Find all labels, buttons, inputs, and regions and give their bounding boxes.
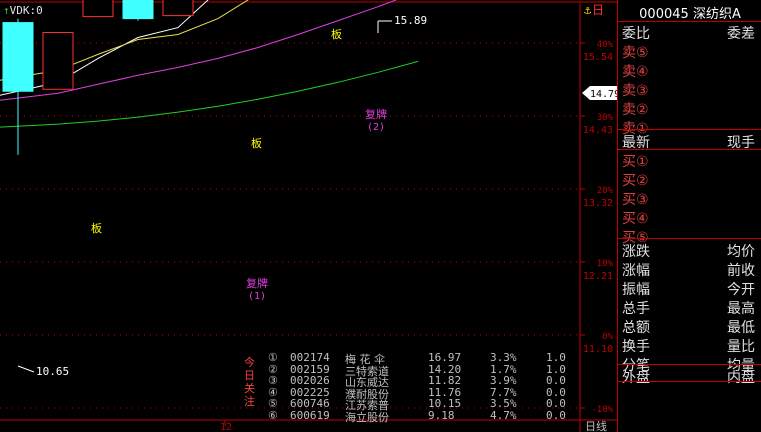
axis-pct-label: 10% [597, 259, 614, 269]
focus-code: 600619 [290, 408, 330, 422]
high-price-label: 15.89 [394, 14, 427, 27]
current-price-tag: 14.79 [582, 86, 620, 100]
axis-pct-label: 30% [597, 113, 614, 123]
panel-divider [618, 149, 761, 150]
quote-row-label-right: 今开 [727, 282, 755, 298]
quote-row-label: 涨跌 [622, 244, 650, 260]
quote-row-label-right: 委差 [727, 26, 755, 42]
focus-name: 海立股份 [345, 410, 389, 424]
axis-price-label: 14.43 [583, 125, 613, 136]
quote-row[interactable]: 振幅 今开 [618, 278, 761, 298]
quote-row-label: 卖③ [622, 83, 649, 99]
axis-pct-label: 0% [602, 332, 613, 342]
quote-row[interactable]: 总额 最低 [618, 316, 761, 336]
quote-row-label: 卖⑤ [622, 45, 649, 61]
quote-row-label: 振幅 [622, 282, 650, 298]
limit-up-board-1: 板 [91, 221, 102, 235]
stock-code: 000045 [639, 7, 689, 22]
candle-body [122, 0, 154, 20]
quote-row[interactable]: 买③ [618, 188, 761, 208]
current-price-value: 14.79 [590, 89, 620, 100]
quote-row-label: 买① [622, 154, 649, 170]
quote-row-label: 换手 [622, 339, 650, 355]
quote-row[interactable]: 涨幅 前收 [618, 259, 761, 279]
candle-body [42, 32, 74, 90]
quote-row[interactable]: 委比 委差 [618, 22, 761, 42]
stock-title: 000045 深纺织A [618, 3, 761, 22]
candle-body [162, 0, 194, 17]
quote-row-label: 总手 [622, 301, 650, 317]
quote-row[interactable]: 卖⑤ [618, 41, 761, 61]
panel-divider [618, 364, 761, 365]
quote-panel: 000045 深纺织A 委比 委差 卖⑤ 卖④ 卖③ 卖② 卖① 最新 现手 买① 买② 买③ 买④ 买⑤… [617, 0, 761, 432]
axis-price-label: 15.54 [583, 52, 613, 63]
quote-row[interactable]: 最新 现手 [618, 131, 761, 151]
quote-row[interactable]: 买② [618, 169, 761, 189]
quote-row-label-right: 内盘 [727, 370, 755, 386]
quote-row[interactable]: 外盘 内盘 [618, 366, 761, 386]
stock-name: 深纺织A [692, 7, 741, 22]
quote-row-label-right: 最低 [727, 320, 755, 336]
quote-row[interactable]: 换手 量比 [618, 335, 761, 355]
axis-price-label: 13.32 [583, 198, 613, 209]
quote-row-label: 买④ [622, 211, 649, 227]
quote-row-label: 卖④ [622, 64, 649, 80]
candle-body [82, 0, 114, 18]
limit-up-board-2: 板 [251, 136, 262, 150]
axis-pct-label: 40% [597, 40, 614, 50]
quote-row[interactable]: 卖③ [618, 79, 761, 99]
resume-trading-2-index: (2) [367, 122, 385, 133]
indicator-label: ↑VDK:0 [3, 4, 43, 17]
period-tab-daily[interactable]: 日线 [585, 419, 607, 432]
focus-price: 9.18 [428, 408, 455, 422]
panel-divider [618, 129, 761, 130]
x-tick-label: 12 [220, 422, 232, 432]
focus-idx: ⑥ [268, 408, 278, 422]
period-label[interactable]: 日 [592, 3, 604, 17]
focus-pct: 4.7% [490, 408, 517, 422]
panel-divider [618, 21, 761, 22]
quote-row[interactable]: 买① [618, 150, 761, 170]
panel-divider [618, 238, 761, 239]
quote-row-label-right: 最高 [727, 301, 755, 317]
quote-row[interactable]: 卖② [618, 98, 761, 118]
candle[interactable] [122, 0, 154, 21]
quote-row[interactable]: 总手 最高 [618, 297, 761, 317]
candle[interactable] [82, 0, 114, 18]
quote-row[interactable]: 卖④ [618, 60, 761, 80]
quote-row-label: 总额 [622, 320, 650, 336]
panel-divider [618, 381, 761, 382]
quote-row-label: 涨幅 [622, 263, 650, 279]
axis-pct-label: 20% [597, 186, 614, 196]
quote-row-label: 买② [622, 173, 649, 189]
axis-pct-label: -10% [591, 405, 613, 415]
quote-row[interactable]: 买④ [618, 207, 761, 227]
today-focus-list: 今日关注 ① 002174 梅 花 伞 16.97 3.3% 1.0 ② 002159 三特索道… [242, 346, 572, 424]
limit-up-board-3: 板 [331, 27, 342, 41]
quote-row-label: 委比 [622, 26, 650, 42]
focus-row[interactable]: ⑥ 600619 海立股份 9.18 4.7% 0.0 [268, 408, 568, 424]
candle-body [2, 22, 34, 92]
low-price-label: 10.65 [36, 365, 69, 378]
candle[interactable] [42, 32, 74, 90]
svg-text:⚓: ⚓ [584, 3, 592, 17]
quote-row-label: 外盘 [622, 370, 650, 386]
quote-row[interactable]: 涨跌 均价 [618, 240, 761, 260]
quote-row-label: 卖② [622, 102, 649, 118]
quote-row-label: 买③ [622, 192, 649, 208]
today-focus-header: 今日关注 [244, 356, 255, 408]
candle[interactable] [162, 0, 194, 17]
quote-row-label-right: 前收 [727, 263, 755, 279]
resume-trading-1: 复牌 [246, 276, 268, 290]
resume-trading-2: 复牌 [365, 107, 387, 121]
quote-row-label-right: 均价 [727, 244, 755, 260]
focus-vol: 0.0 [546, 408, 566, 422]
axis-price-label: 11.10 [583, 344, 613, 355]
quote-row-label-right: 量比 [727, 339, 755, 355]
arrow-up-icon: ↑ [3, 4, 10, 17]
anchor-icon[interactable]: ⚓ [584, 3, 592, 17]
resume-trading-1-index: (1) [248, 291, 266, 302]
axis-price-label: 12.21 [583, 271, 613, 282]
